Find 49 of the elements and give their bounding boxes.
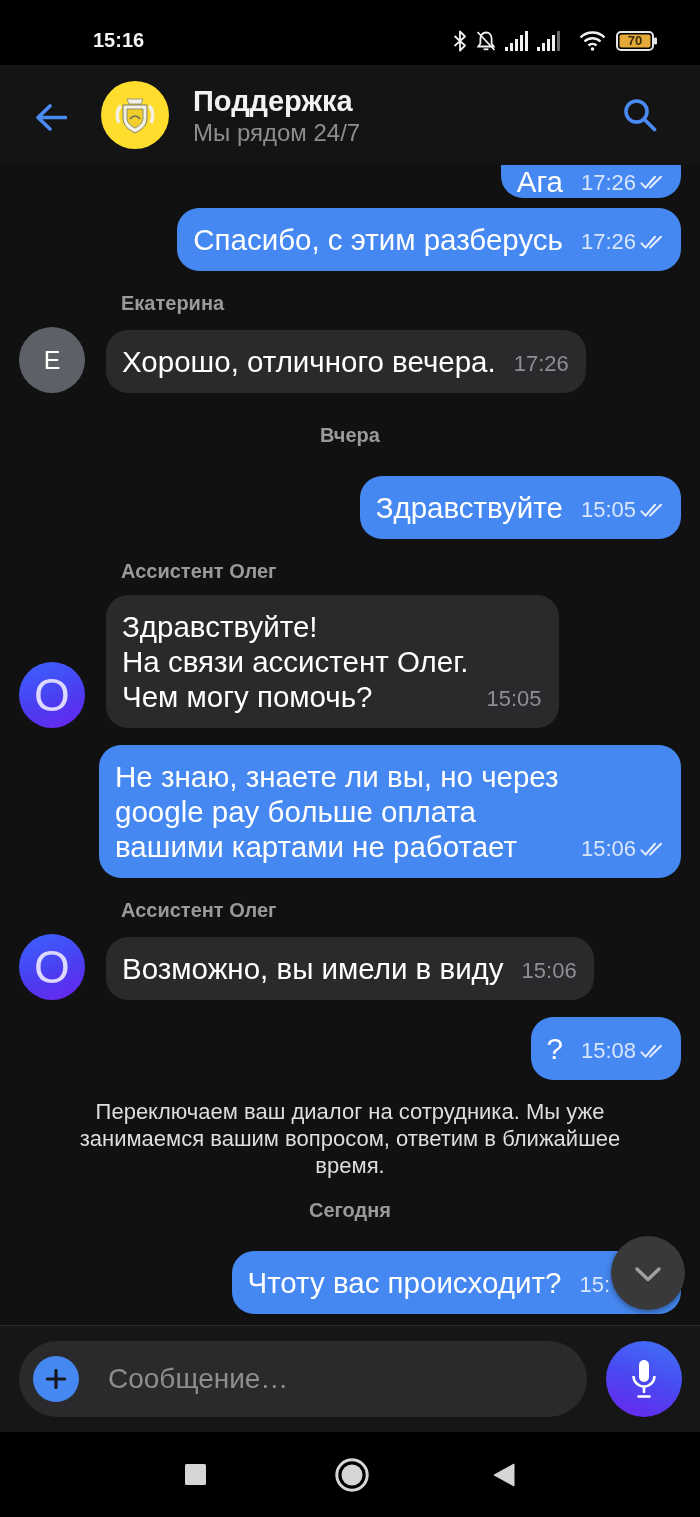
message-time: 17:26 <box>513 352 569 376</box>
microphone-icon <box>631 1359 657 1399</box>
message-text: Не знаю, знаете ли вы, но через google pay больше оплата вашими картами не работает <box>115 759 560 864</box>
message-text: Хорошо, отличного вечера. <box>122 344 496 379</box>
chat-subtitle: Мы рядом 24/7 <box>193 118 361 147</box>
status-time: 15:16 <box>93 29 145 52</box>
message-time: 15:05 <box>486 687 542 711</box>
message-text: ? <box>546 1031 563 1066</box>
system-notice: Переключаем ваш диалог на сотрудника. Мы уже занимаемся вашим вопросом, ответим в ближайшее время. <box>78 1098 622 1179</box>
signal-icon <box>505 30 529 51</box>
search-button[interactable] <box>623 98 657 132</box>
avatar: Е <box>19 327 85 393</box>
signal-icon <box>537 30 561 51</box>
message-input[interactable]: Сообщение… <box>108 1359 567 1399</box>
wifi-icon <box>579 30 606 51</box>
message-time: 15:05 <box>580 498 636 522</box>
sender-name: Ассистент Олег <box>121 560 277 582</box>
message-text: Возможно, вы имели в виду <box>122 951 504 986</box>
chevron-down-icon <box>635 1267 661 1282</box>
message-text: Ага <box>516 166 563 197</box>
message-field[interactable]: Сообщение… <box>19 1341 587 1417</box>
sender-name: Ассистент Олег <box>121 899 277 921</box>
message-time: 15:08 <box>580 1039 636 1063</box>
muted-bell-icon <box>475 29 497 52</box>
date-label: Вчера <box>320 424 380 446</box>
plus-icon <box>46 1369 66 1389</box>
home-circle-icon[interactable] <box>335 1457 369 1492</box>
back-triangle-icon[interactable] <box>493 1462 515 1487</box>
battery-indicator: 70 <box>616 30 658 51</box>
message-time: 15:06 <box>521 959 577 983</box>
avatar: О <box>19 934 85 1000</box>
message-text: Чтоту вас происходит? <box>247 1265 562 1300</box>
message-time: 17:26 <box>580 230 636 254</box>
message-text: Здравствуйте! На связи ассистент Олег. Чем могу помочь? <box>122 609 469 714</box>
date-label: Сегодня <box>309 1199 391 1221</box>
back-button[interactable] <box>36 103 67 131</box>
shield-emblem-icon <box>101 81 169 149</box>
attach-button[interactable] <box>33 1356 79 1402</box>
message-time: 15: <box>579 1273 610 1297</box>
bluetooth-icon <box>453 29 467 52</box>
sender-name: Екатерина <box>121 292 225 314</box>
avatar: О <box>19 662 85 728</box>
back-arrow-icon <box>36 103 67 131</box>
message-time: 17:26 <box>580 170 636 195</box>
search-icon <box>623 98 657 132</box>
chat-title: Поддержка <box>193 83 353 118</box>
message-text: Здравствуйте <box>375 490 563 525</box>
message-time: 15:06 <box>580 837 636 861</box>
message-text: Спасибо, с этим разберусь <box>193 222 563 257</box>
